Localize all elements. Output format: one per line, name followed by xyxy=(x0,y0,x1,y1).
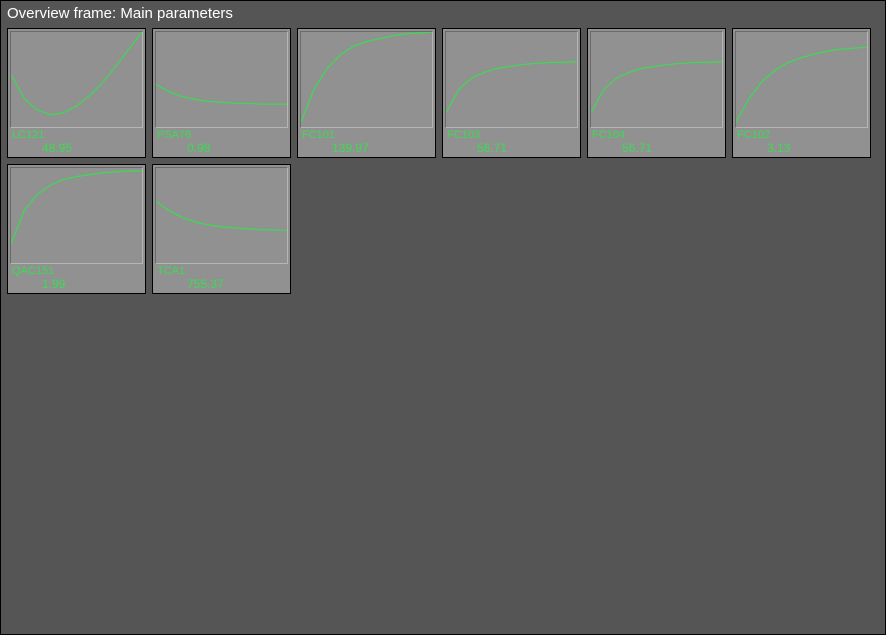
tile-label: FC101 xyxy=(302,129,431,141)
tile-label: FC102 xyxy=(737,129,866,141)
tile-value: 48.95 xyxy=(12,141,141,155)
sparkline xyxy=(735,31,868,128)
tile-value: 56.71 xyxy=(592,141,721,155)
param-tile-psa76[interactable]: PSA76 0.98 xyxy=(152,28,291,158)
param-tile-fc102[interactable]: FC102 3.13 xyxy=(732,28,871,158)
param-tile-fc101[interactable]: FC101 139.97 xyxy=(297,28,436,158)
param-tile-fc104[interactable]: FC104 56.71 xyxy=(587,28,726,158)
overview-frame: Overview frame: Main parameters LC121 48… xyxy=(0,0,886,635)
tile-label: PSA76 xyxy=(157,129,286,141)
sparkline xyxy=(445,31,578,128)
sparkline xyxy=(155,167,288,264)
tile-value: 755.37 xyxy=(157,277,286,291)
tile-value: 139.97 xyxy=(302,141,431,155)
tile-value: 1.99 xyxy=(12,277,141,291)
sparkline-path xyxy=(591,62,722,113)
tile-value: 0.98 xyxy=(157,141,286,155)
tile-label: FC103 xyxy=(447,129,576,141)
sparkline-path xyxy=(11,32,142,115)
tile-label: TCA1 xyxy=(157,265,286,277)
sparkline xyxy=(10,31,143,128)
tile-value: 3.13 xyxy=(737,141,866,155)
param-tile-fc103[interactable]: FC103 56.71 xyxy=(442,28,581,158)
tile-value: 56.71 xyxy=(447,141,576,155)
tile-label: LC121 xyxy=(12,129,141,141)
sparkline xyxy=(10,167,143,264)
sparkline-path xyxy=(156,84,287,104)
sparkline-path xyxy=(736,47,867,122)
param-tile-tca1[interactable]: TCA1 755.37 xyxy=(152,164,291,294)
sparkline-path xyxy=(301,32,432,122)
sparkline-path xyxy=(11,171,142,244)
sparkline xyxy=(300,31,433,128)
sparkline-path xyxy=(446,62,577,113)
sparkline xyxy=(155,31,288,128)
page-title: Overview frame: Main parameters xyxy=(1,1,885,26)
tile-grid: LC121 48.95 PSA76 0.98 xyxy=(1,26,885,296)
sparkline-path xyxy=(156,201,287,230)
param-tile-lc121[interactable]: LC121 48.95 xyxy=(7,28,146,158)
param-tile-qac151[interactable]: QAC151 1.99 xyxy=(7,164,146,294)
tile-label: FC104 xyxy=(592,129,721,141)
tile-label: QAC151 xyxy=(12,265,141,277)
sparkline xyxy=(590,31,723,128)
